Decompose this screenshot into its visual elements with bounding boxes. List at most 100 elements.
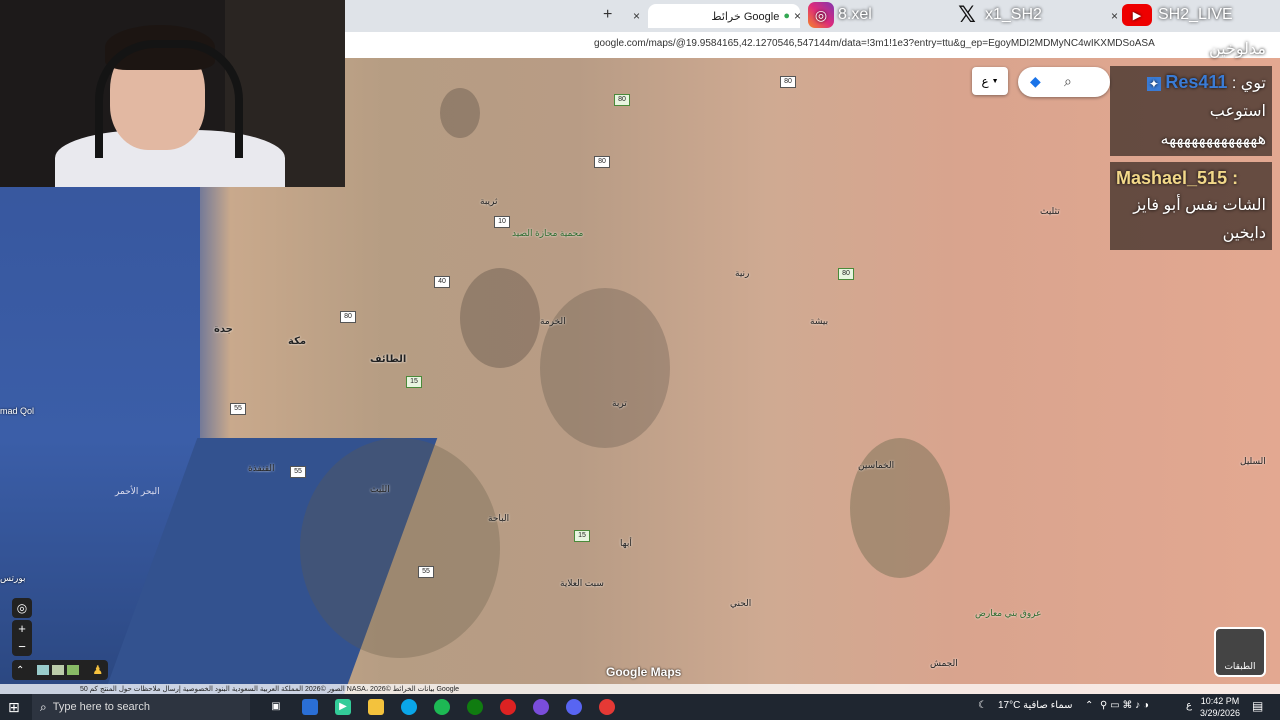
weather-text[interactable]: 17°C سماء صافية: [998, 700, 1073, 711]
map-label[interactable]: mad Qol: [0, 406, 34, 416]
chat-message: مدلوخين: [1208, 41, 1266, 58]
search-icon[interactable]: ⌕: [1064, 73, 1072, 90]
map-label[interactable]: عروق بني معارض: [975, 608, 1042, 619]
map-label[interactable]: جدة: [214, 324, 233, 335]
map-label[interactable]: الحني: [730, 598, 751, 609]
tab-label: خرائط Google: [711, 10, 780, 23]
road-shield: 80: [614, 94, 630, 106]
chat-text: دايخين: [1222, 225, 1266, 242]
attribution-links[interactable]: المملكة العربية السعودية البنود الخصوصية…: [100, 685, 303, 693]
map-label[interactable]: الطائف: [370, 354, 406, 365]
app-icon[interactable]: [533, 699, 549, 715]
map-label[interactable]: مكة: [288, 336, 306, 347]
layer-thumb[interactable]: [52, 665, 65, 675]
road-shield: 80: [838, 268, 854, 280]
notification-icon[interactable]: ▤: [1252, 699, 1263, 713]
layer-thumb[interactable]: [37, 665, 50, 675]
road-shield: 55: [290, 466, 306, 478]
road-shield: 80: [780, 76, 796, 88]
play-store-icon[interactable]: ▶: [335, 699, 351, 715]
tab-close-button[interactable]: ×: [1103, 4, 1118, 28]
copilot-icon[interactable]: [302, 699, 318, 715]
headset-icon: [95, 40, 243, 158]
map-attribution: 50 كم المملكة العربية السعودية البنود ال…: [0, 684, 1280, 694]
map-label[interactable]: الليث: [370, 484, 390, 495]
scale-label: 50 كم: [80, 686, 98, 693]
new-tab-button[interactable]: +: [603, 6, 612, 24]
layer-strip[interactable]: ⌃ ♟: [12, 660, 108, 680]
x-handle: 𝕏 x1_SH2: [955, 0, 1042, 30]
tray-icons[interactable]: ⚲ ▭ ⌘ ♪ ◑: [1100, 700, 1149, 711]
language-button[interactable]: ع ▼: [972, 67, 1008, 95]
road-shield: 15: [406, 376, 422, 388]
chat-username: Mashael_515 :: [1116, 168, 1239, 188]
terrain: [540, 288, 670, 448]
zoom-out-button[interactable]: −: [12, 638, 32, 656]
terrain: [460, 268, 540, 368]
road-shield: 55: [230, 403, 246, 415]
directions-icon[interactable]: ◆: [1030, 73, 1041, 90]
map-label[interactable]: الباحة: [488, 513, 509, 524]
zoom-control: + −: [12, 620, 32, 656]
chat-overlay: مدلوخين توي : Res411 ✦ استوعب هههههههههه…: [1110, 34, 1272, 256]
zoom-in-button[interactable]: +: [12, 620, 32, 638]
url-text: google.com/maps/@19.9584165,42.1270546,5…: [594, 38, 1155, 49]
map-label[interactable]: الخرمة: [540, 316, 566, 327]
app-icon[interactable]: [500, 699, 516, 715]
chrome-icon[interactable]: [599, 699, 615, 715]
map-label[interactable]: رنية: [735, 268, 749, 279]
chat-message: توي : Res411 ✦ استوعب هههههههههههههه: [1110, 66, 1272, 156]
webcam-overlay: [0, 0, 345, 187]
windows-start-icon[interactable]: ⊞: [8, 699, 20, 716]
map-label[interactable]: تربة: [612, 398, 627, 409]
map-label[interactable]: أبها: [620, 538, 632, 549]
road-shield: 10: [494, 216, 510, 228]
instagram-handle: ◎ 8.xel: [808, 0, 872, 30]
map-label[interactable]: بيشة: [810, 316, 828, 327]
moon-icon: ☾: [978, 700, 987, 711]
my-location-icon[interactable]: ◎: [12, 598, 32, 618]
chat-text: استوعب: [1209, 103, 1266, 120]
chat-text: الشات نفس أبو فايز: [1133, 197, 1266, 214]
file-explorer-icon[interactable]: [368, 699, 384, 715]
map-label[interactable]: السليل: [1240, 456, 1266, 467]
search-placeholder: Type here to search: [52, 701, 150, 713]
map-label: البحر الأحمر: [115, 486, 160, 496]
chat-prefix: توي :: [1231, 75, 1266, 92]
tab-close-button[interactable]: ×: [786, 4, 801, 28]
edge-icon[interactable]: [401, 699, 417, 715]
map-label[interactable]: الخماسين: [858, 460, 894, 471]
taskbar-search[interactable]: ⌕ Type here to search: [32, 694, 250, 720]
road-shield: 80: [340, 311, 356, 323]
instagram-icon: ◎: [808, 2, 834, 28]
discord-icon[interactable]: [566, 699, 582, 715]
youtube-icon: ▶: [1122, 4, 1152, 26]
map-search-box[interactable]: ◆ ⌕: [1018, 67, 1110, 97]
map-label[interactable]: الجمش: [930, 658, 958, 669]
road-shield: 80: [594, 156, 610, 168]
tab-close-prev[interactable]: ×: [625, 4, 640, 28]
input-language[interactable]: ع: [1186, 700, 1192, 711]
map-label[interactable]: بورتس: [0, 573, 25, 584]
map-label[interactable]: محمية محازة الصيد: [512, 228, 583, 239]
tab-google-maps[interactable]: خرائط Google ●: [648, 4, 800, 28]
clock[interactable]: 10:42 PM 3/29/2026: [1200, 695, 1240, 719]
map-label[interactable]: تثليث: [1040, 206, 1060, 217]
expand-icon[interactable]: ⌃: [16, 665, 24, 676]
task-view-icon[interactable]: ▣: [268, 699, 284, 715]
road-shield: 55: [418, 566, 434, 578]
pegman-icon[interactable]: ♟: [92, 663, 103, 677]
map-label[interactable]: القنفذة: [248, 463, 275, 474]
layers-button[interactable]: الطبقات: [1214, 627, 1266, 677]
windows-taskbar: ⊞ ⌕ Type here to search ▣ ▶ ☾ 17°C سماء …: [0, 694, 1280, 720]
chat-message: Mashael_515 : الشات نفس أبو فايز دايخين: [1110, 162, 1272, 250]
search-icon: ⌕: [40, 699, 47, 714]
layer-thumb[interactable]: [67, 665, 80, 675]
road-shield: 40: [434, 276, 450, 288]
chevron-up-icon[interactable]: ⌃: [1085, 700, 1093, 711]
badge-icon: ✦: [1146, 77, 1161, 91]
map-label[interactable]: سبت العلاية: [560, 578, 604, 589]
map-label[interactable]: ثريبة: [480, 196, 498, 207]
spotify-icon[interactable]: [434, 699, 450, 715]
xbox-icon[interactable]: [467, 699, 483, 715]
